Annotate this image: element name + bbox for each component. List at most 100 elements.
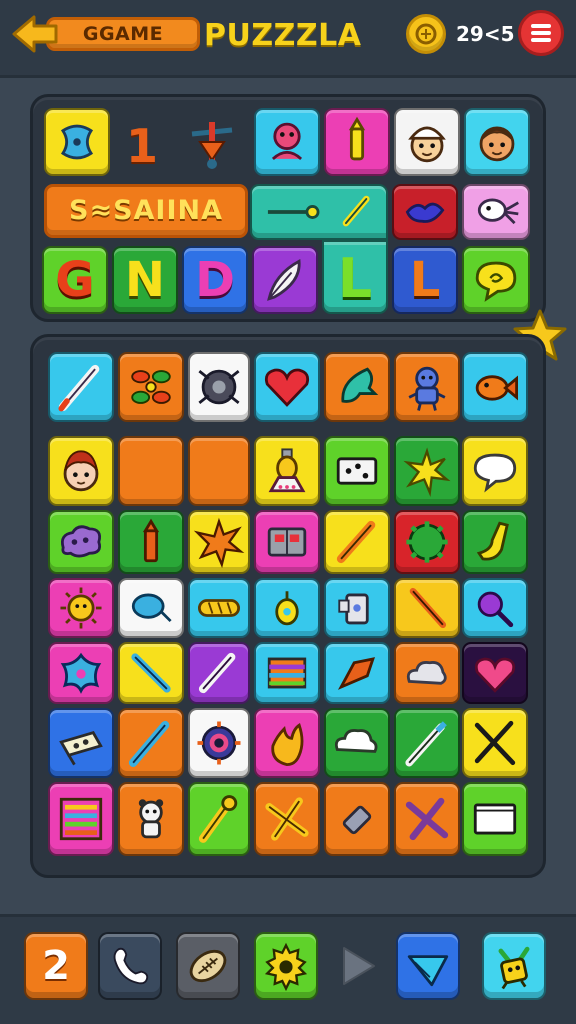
tile-key-slot[interactable] (250, 184, 388, 240)
tile-plane[interactable] (324, 642, 390, 704)
word-banner[interactable]: S≈SAIINA (44, 184, 248, 238)
tile-letter-l-big[interactable]: L (322, 240, 388, 314)
tile-ring[interactable] (254, 578, 320, 638)
tile-face-hat[interactable] (394, 108, 460, 176)
tool-robot[interactable] (482, 932, 546, 1000)
tile-letter-d[interactable]: D (182, 246, 248, 314)
back-arrow-icon (12, 15, 58, 53)
tile-crayon[interactable] (118, 510, 184, 574)
tile-window[interactable] (462, 782, 528, 856)
key-icon (267, 195, 370, 227)
tile-boot[interactable] (462, 510, 528, 574)
tool-count-button[interactable]: 2 (24, 932, 88, 1000)
tile-magnifier[interactable] (462, 578, 528, 638)
feather-icon (267, 258, 301, 301)
tile-eye-gear[interactable] (188, 708, 250, 778)
tile-lips[interactable] (392, 184, 458, 240)
tile-flower-blue[interactable] (48, 642, 114, 704)
tile-flame[interactable] (254, 708, 320, 778)
tile-letter-g[interactable]: G (42, 246, 108, 314)
tile-girl-face[interactable] (48, 436, 114, 506)
play-icon[interactable] (336, 944, 380, 988)
spaceship-icon (59, 731, 103, 766)
speech-bubble-icon (473, 453, 517, 493)
tile-dice[interactable] (324, 436, 390, 506)
tile-empty-orange-1[interactable] (118, 436, 184, 506)
tile-sun-burst[interactable] (394, 436, 460, 506)
balloon-icon (131, 593, 172, 623)
tool-count: 2 (42, 943, 70, 989)
tool-football[interactable] (176, 932, 240, 1000)
tile-fish[interactable] (462, 352, 528, 422)
menu-button[interactable] (518, 10, 564, 56)
leaf-icon (341, 367, 379, 403)
robot-arm-icon (338, 593, 369, 625)
tile-machine[interactable] (254, 510, 320, 574)
tile-quill[interactable] (118, 708, 184, 778)
burst-icon (403, 447, 451, 498)
tile-boy-face[interactable] (464, 108, 530, 176)
tile-syringe[interactable] (394, 708, 460, 778)
tile-bear[interactable] (118, 782, 184, 856)
splat-icon (193, 517, 245, 569)
tile-cloud-purple[interactable] (48, 510, 114, 574)
tile-robot[interactable] (394, 352, 460, 422)
tile-bubble-swirl[interactable] (462, 246, 530, 314)
back-button[interactable]: GGAME (10, 14, 200, 54)
magnifier-icon (477, 591, 514, 628)
tile-speech[interactable] (462, 436, 528, 506)
tile-brush[interactable] (118, 642, 184, 704)
tool-gear[interactable] (254, 932, 318, 1000)
tile-abacus[interactable] (48, 782, 114, 856)
tile-balloon[interactable] (118, 578, 184, 638)
tile-leaf[interactable] (324, 352, 390, 422)
flower-blue-icon (60, 652, 102, 694)
tile-heart-dark[interactable] (462, 642, 528, 704)
tile-gear-red[interactable] (394, 510, 460, 574)
tile-stripes[interactable] (254, 642, 320, 704)
tile-splat[interactable] (188, 510, 250, 574)
phone-icon (113, 947, 149, 985)
robot-icon (408, 366, 446, 411)
tile-letter-l[interactable]: L (392, 246, 458, 314)
bear-icon (138, 799, 164, 839)
tile-battery[interactable] (324, 782, 390, 856)
tile-squid[interactable] (462, 184, 530, 240)
tile-paintbrush[interactable] (394, 578, 460, 638)
tile-x-plane[interactable] (394, 782, 460, 856)
tile-hammer-cross[interactable] (254, 782, 320, 856)
tile-pen[interactable] (48, 352, 114, 422)
tile-spaceship[interactable] (48, 708, 114, 778)
tile-star-cross[interactable] (44, 108, 110, 176)
tile-pencil-yellow[interactable] (324, 510, 390, 574)
tile-feather[interactable] (252, 246, 318, 314)
tile-cloud-orange[interactable] (394, 642, 460, 704)
window-icon (473, 803, 517, 835)
quill-icon (128, 720, 170, 767)
eye-gear-icon (197, 721, 241, 765)
tile-empty-orange-2[interactable] (188, 436, 250, 506)
brush-icon (131, 653, 171, 693)
tile-flower[interactable] (118, 352, 184, 422)
crayon-icon (142, 518, 160, 563)
tile-bread[interactable] (188, 578, 250, 638)
tile-torch[interactable] (188, 782, 250, 856)
tile-heart[interactable] (254, 352, 320, 422)
tile-knife[interactable] (188, 642, 250, 704)
tile-robot-arm[interactable] (324, 578, 390, 638)
crossbow-icon[interactable] (186, 112, 238, 172)
tile-disc[interactable] (188, 352, 250, 422)
hammer-icon (265, 797, 309, 841)
heart-pink-icon (474, 657, 516, 693)
tile-marker[interactable] (324, 108, 390, 176)
tile-creature[interactable] (254, 108, 320, 176)
syringe-icon (405, 721, 447, 767)
tile-sun-face[interactable] (48, 578, 114, 638)
tile-cloud-green[interactable] (324, 708, 390, 778)
tool-dustpan[interactable] (396, 932, 460, 1000)
tile-crossed-tools[interactable] (462, 708, 528, 778)
top-bar: GGAME PUZZZLA 29<5 (0, 0, 576, 78)
tile-lamp[interactable] (254, 436, 320, 506)
tool-phone[interactable] (98, 932, 162, 1000)
tile-letter-n[interactable]: N (112, 246, 178, 314)
